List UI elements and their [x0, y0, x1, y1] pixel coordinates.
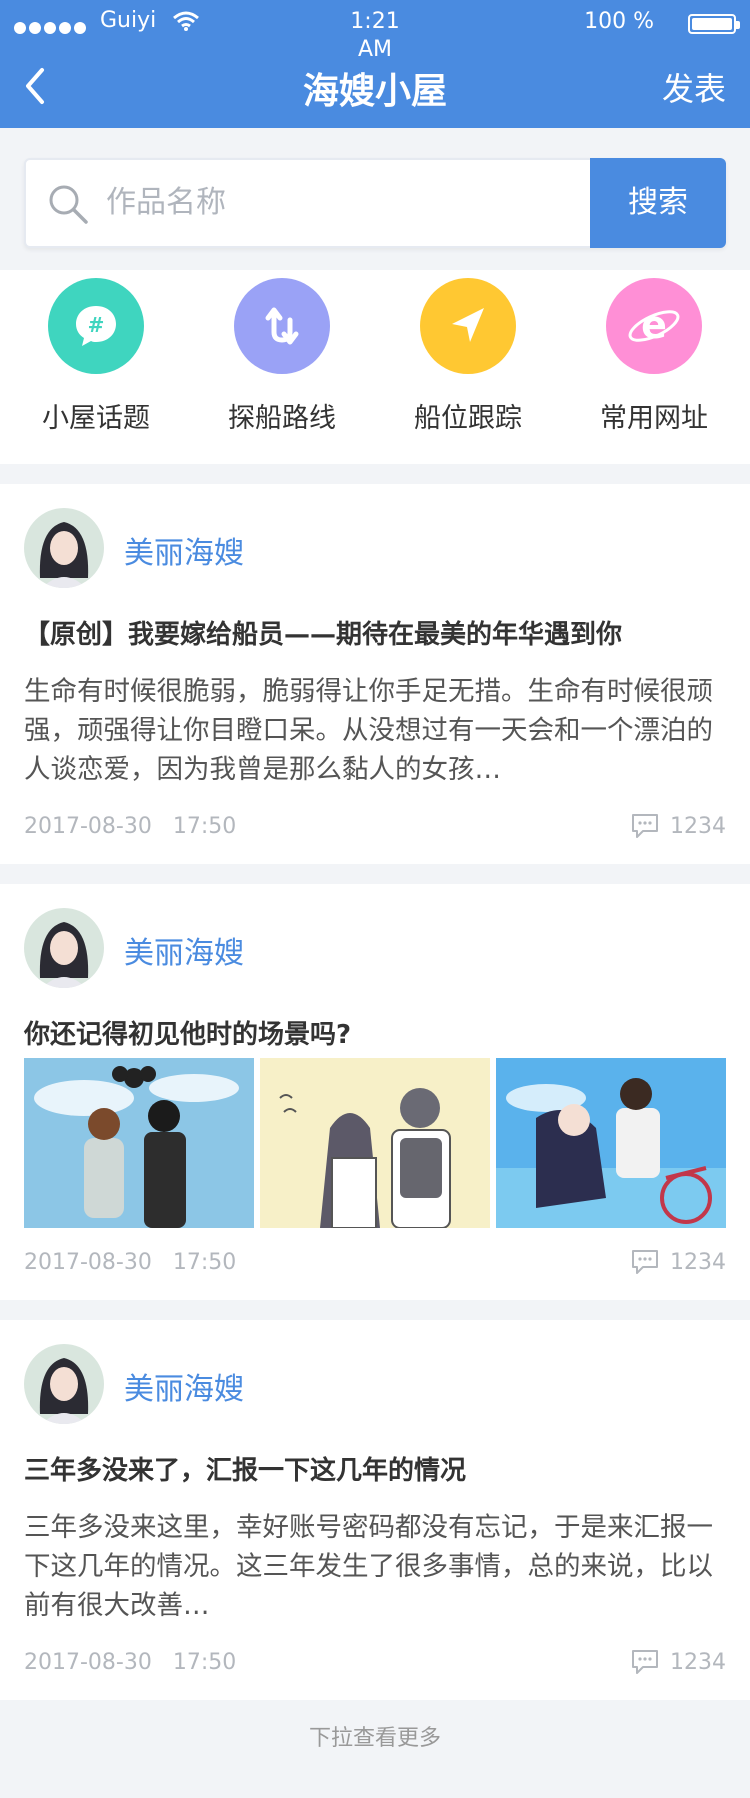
- post-excerpt: 三年多没来这里，幸好账号密码都没有忘记，于是来汇报一下这几年的情况。这三年发生了…: [24, 1512, 713, 1621]
- quick-link-label: 探船路线: [228, 403, 336, 434]
- publish-button[interactable]: 发表: [662, 64, 726, 110]
- browser-e-icon: e: [606, 278, 702, 374]
- author-name[interactable]: 美丽海嫂: [124, 1364, 244, 1408]
- post-card[interactable]: 美丽海嫂 三年多没来了，汇报一下这几年的情况 三年多没来这里，幸好账号密码都没有…: [0, 1320, 750, 1700]
- avatar[interactable]: [24, 908, 104, 988]
- search-button[interactable]: 搜索: [590, 158, 726, 248]
- quick-link-label: 常用网址: [600, 403, 708, 434]
- avatar[interactable]: [24, 1344, 104, 1424]
- route-arrows-icon: [234, 278, 330, 374]
- signal-dots: [14, 22, 86, 34]
- comment-count-value: 1234: [670, 813, 726, 839]
- post-time: 17:50: [172, 1650, 237, 1675]
- chat-hash-icon: #: [48, 278, 144, 374]
- page-title: 海嫂小屋: [302, 71, 447, 112]
- avatar[interactable]: [24, 508, 104, 588]
- status-bar: Guiyi 1:21 AM 100 %: [0, 8, 750, 62]
- search-icon: [49, 185, 88, 224]
- post-title[interactable]: 你还记得初见他时的场景吗?: [24, 1014, 351, 1051]
- comment-icon: [632, 814, 658, 838]
- search-bar: 搜索: [24, 158, 726, 248]
- comment-count-value: 1234: [670, 1249, 726, 1275]
- post-date: 2017-08-30: [24, 1250, 152, 1275]
- comment-count[interactable]: 1234: [630, 1648, 726, 1676]
- navigation-arrow-icon: [420, 278, 516, 374]
- post-timestamp: 2017-08-30 17:50: [24, 814, 236, 839]
- post-timestamp: 2017-08-30 17:50: [24, 1250, 236, 1275]
- quick-link-label: 船位跟踪: [414, 403, 522, 434]
- author-name[interactable]: 美丽海嫂: [124, 928, 244, 972]
- svg-text:#: #: [88, 313, 105, 337]
- post-image[interactable]: [24, 1058, 254, 1228]
- battery-percent: 100 %: [584, 9, 654, 34]
- status-time: 1:21 AM: [350, 9, 400, 62]
- comment-icon: [632, 1250, 658, 1274]
- post-timestamp: 2017-08-30 17:50: [24, 1650, 236, 1675]
- quick-links: # 小屋话题 探船路线 船位跟踪 e 常用网址: [0, 270, 750, 464]
- wifi-icon: [173, 11, 199, 31]
- carrier-label: Guiyi: [100, 8, 157, 33]
- svg-text:e: e: [641, 303, 667, 347]
- post-title[interactable]: 【原创】我要嫁给船员——期待在最美的年华遇到你: [24, 614, 622, 651]
- post-time: 17:50: [172, 1250, 237, 1275]
- post-date: 2017-08-30: [24, 1650, 152, 1675]
- comment-count[interactable]: 1234: [630, 812, 726, 840]
- comment-count-value: 1234: [670, 1649, 726, 1675]
- quick-link-label: 小屋话题: [42, 403, 150, 434]
- comment-icon: [632, 1650, 658, 1674]
- quick-link-routes[interactable]: 探船路线: [202, 278, 362, 435]
- author-name[interactable]: 美丽海嫂: [124, 528, 244, 572]
- quick-link-tracking[interactable]: 船位跟踪: [388, 278, 548, 435]
- post-date: 2017-08-30: [24, 814, 152, 839]
- comment-count[interactable]: 1234: [630, 1248, 726, 1276]
- post-image[interactable]: [496, 1058, 726, 1228]
- search-input[interactable]: [106, 160, 606, 246]
- load-more-hint[interactable]: 下拉查看更多: [0, 1700, 750, 1778]
- battery-icon: [688, 14, 740, 34]
- post-image[interactable]: [260, 1058, 490, 1228]
- post-card[interactable]: 美丽海嫂 【原创】我要嫁给船员——期待在最美的年华遇到你 生命有时候很脆弱，脆弱…: [0, 484, 750, 864]
- quick-link-topics[interactable]: # 小屋话题: [16, 278, 176, 435]
- quick-link-websites[interactable]: e 常用网址: [574, 278, 734, 435]
- post-images: [24, 1058, 726, 1228]
- post-time: 17:50: [172, 814, 237, 839]
- post-title[interactable]: 三年多没来了，汇报一下这几年的情况: [24, 1450, 466, 1487]
- post-card[interactable]: 美丽海嫂 你还记得初见他时的场景吗? 2017-08-30 17:50 1234: [0, 884, 750, 1300]
- app-header: Guiyi 1:21 AM 100 % 海嫂小屋 发表: [0, 0, 750, 128]
- post-excerpt: 生命有时候很脆弱，脆弱得让你手足无措。生命有时候很顽强，顽强得让你目瞪口呆。从没…: [24, 676, 713, 785]
